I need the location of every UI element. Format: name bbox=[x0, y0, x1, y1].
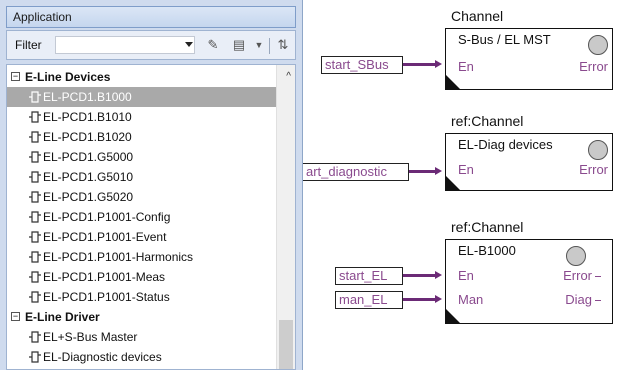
tree-item-label: EL-Diagnostic devices bbox=[43, 350, 162, 364]
tree-item[interactable]: EL-PCD1.B1010 bbox=[7, 107, 279, 127]
block-corner-marker bbox=[446, 176, 460, 190]
block-title: Channel bbox=[451, 8, 504, 24]
function-block-icon bbox=[29, 231, 41, 243]
function-block-icon bbox=[29, 271, 41, 283]
tree-item-label: EL-PCD1.B1000 bbox=[43, 90, 132, 104]
tree-item[interactable]: EL-PCD1.P1001-Meas bbox=[7, 267, 279, 287]
tree-item[interactable]: EL-PCD1.G5020 bbox=[7, 187, 279, 207]
connection-wire bbox=[403, 63, 437, 66]
function-block-icon bbox=[29, 251, 41, 263]
function-block[interactable]: EL-Diag devices En Error bbox=[445, 133, 613, 191]
input-variable-label[interactable]: man_EL bbox=[335, 291, 403, 309]
scrollbar-thumb[interactable] bbox=[279, 320, 293, 369]
function-block-icon bbox=[29, 131, 41, 143]
tree-item[interactable]: EL-Diagnostic devices bbox=[7, 347, 279, 367]
sort-icon[interactable]: ⇅ bbox=[273, 35, 293, 55]
filter-dropdown-icon[interactable] bbox=[185, 42, 193, 47]
tree-item[interactable]: EL+S-Bus Master bbox=[7, 327, 279, 347]
function-block-icon bbox=[29, 111, 41, 123]
function-block-icon bbox=[29, 211, 41, 223]
collapse-icon[interactable]: − bbox=[11, 72, 20, 81]
output-pin-label: Error bbox=[563, 268, 592, 283]
output-pin-label: Error bbox=[579, 162, 608, 177]
input-pin-label: En bbox=[458, 162, 474, 177]
output-connector bbox=[595, 276, 601, 277]
panel-title: Application bbox=[6, 6, 296, 28]
input-pin-label: En bbox=[458, 59, 474, 74]
function-block-icon bbox=[29, 151, 41, 163]
block-name: S-Bus / EL MST bbox=[458, 32, 551, 47]
device-tree[interactable]: − E-Line Devices EL-PCD1.B1000 EL-PCD1.B… bbox=[6, 64, 296, 370]
function-block-icon bbox=[29, 91, 41, 103]
tree-group-eline-devices[interactable]: − E-Line Devices bbox=[7, 67, 279, 87]
output-pin-label: Diag bbox=[565, 292, 592, 307]
block-name: EL-Diag devices bbox=[458, 137, 553, 152]
vertical-scrollbar[interactable]: ^ bbox=[276, 65, 295, 369]
properties-icon[interactable]: ▤ bbox=[229, 35, 249, 55]
function-block-icon bbox=[29, 191, 41, 203]
tree-item[interactable]: EL-PCD1.B1000 bbox=[7, 87, 279, 107]
collapse-icon[interactable]: − bbox=[11, 312, 20, 321]
tree-item-label: EL-PCD1.P1001-Harmonics bbox=[43, 250, 194, 264]
function-block[interactable]: S-Bus / EL MST En Error bbox=[445, 28, 613, 90]
block-corner-marker bbox=[446, 75, 460, 89]
tree-item-label: EL-PCD1.P1001-Event bbox=[43, 230, 167, 244]
block-corner-marker bbox=[446, 309, 460, 323]
function-block-icon bbox=[29, 351, 41, 363]
status-led-icon bbox=[588, 140, 608, 160]
function-block[interactable]: EL-B1000 En Man Error Diag bbox=[445, 239, 613, 324]
block-title: ref:Channel bbox=[451, 219, 524, 235]
filter-input[interactable] bbox=[55, 36, 195, 54]
status-led-icon bbox=[566, 246, 586, 266]
toolbar-separator bbox=[269, 38, 270, 54]
fbd-canvas[interactable]: Channel S-Bus / EL MST En Error start_SB… bbox=[303, 0, 618, 370]
connection-wire bbox=[403, 298, 437, 301]
tree-item-label: EL-PCD1.P1001-Meas bbox=[43, 270, 166, 284]
group-label: E-Line Driver bbox=[25, 310, 100, 324]
filter-toolbar: Filter ✎ ▤ ▼ ⇅ bbox=[6, 30, 296, 60]
wire-arrow-icon bbox=[435, 295, 442, 303]
tree-item[interactable]: EL-PCD1.G5000 bbox=[7, 147, 279, 167]
input-pin-label: Man bbox=[458, 292, 484, 307]
connection-wire bbox=[409, 170, 437, 173]
group-label: E-Line Devices bbox=[25, 70, 111, 84]
wire-arrow-icon bbox=[435, 271, 442, 279]
application-panel: Application Filter ✎ ▤ ▼ ⇅ − E-Line Devi… bbox=[0, 0, 303, 370]
connection-wire bbox=[403, 274, 437, 277]
tree-item[interactable]: EL-PCD1.B1020 bbox=[7, 127, 279, 147]
filter-label: Filter bbox=[15, 38, 42, 52]
tree-item-label: EL-PCD1.P1001-Status bbox=[43, 290, 170, 304]
status-led-icon bbox=[588, 35, 608, 55]
function-block-icon bbox=[29, 171, 41, 183]
tree-item-label: EL-PCD1.B1020 bbox=[43, 130, 132, 144]
tree-item[interactable]: EL-PCD1.P1001-Harmonics bbox=[7, 247, 279, 267]
function-block-icon bbox=[29, 331, 41, 343]
block-title: ref:Channel bbox=[451, 113, 524, 129]
tree-group-eline-driver[interactable]: − E-Line Driver bbox=[7, 307, 279, 327]
tree-item-label: EL-PCD1.B1010 bbox=[43, 110, 132, 124]
tree-item[interactable]: EL-PCD1.P1001-Event bbox=[7, 227, 279, 247]
output-connector bbox=[595, 300, 601, 301]
block-name: EL-B1000 bbox=[458, 243, 516, 258]
properties-dropdown-icon[interactable]: ▼ bbox=[249, 35, 269, 55]
function-block-icon bbox=[29, 291, 41, 303]
scroll-up-icon[interactable]: ^ bbox=[286, 71, 291, 82]
tree-item-label: EL-PCD1.G5020 bbox=[43, 190, 134, 204]
input-pin-label: En bbox=[458, 268, 474, 283]
tree-item-label: EL-PCD1.G5000 bbox=[43, 150, 134, 164]
wire-arrow-icon bbox=[435, 167, 442, 175]
input-variable-label[interactable]: art_diagnostic bbox=[303, 163, 409, 181]
tree-item-label: EL-PCD1.G5010 bbox=[43, 170, 134, 184]
tree-item[interactable]: EL-PCD1.P1001-Status bbox=[7, 287, 279, 307]
wire-arrow-icon bbox=[435, 60, 442, 68]
tree-item-label: EL+S-Bus Master bbox=[43, 330, 138, 344]
tree-item[interactable]: EL-PCD1.G5010 bbox=[7, 167, 279, 187]
tree-item-label: EL-PCD1.P1001-Config bbox=[43, 210, 171, 224]
tree-item[interactable]: EL-PCD1.P1001-Config bbox=[7, 207, 279, 227]
output-pin-label: Error bbox=[579, 59, 608, 74]
clear-filter-icon[interactable]: ✎ bbox=[203, 35, 223, 55]
input-variable-label[interactable]: start_SBus bbox=[321, 56, 403, 74]
input-variable-label[interactable]: start_EL bbox=[335, 267, 403, 285]
